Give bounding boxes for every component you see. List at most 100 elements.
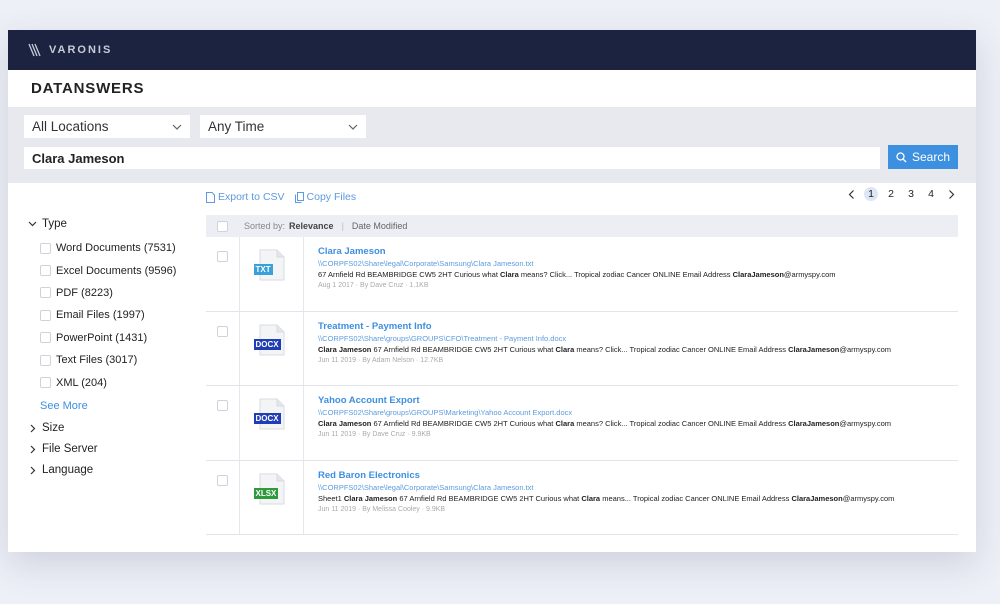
filter-xml[interactable]: XML (204) (8, 371, 198, 393)
result-checkbox[interactable] (217, 474, 228, 486)
location-dropdown-value: All Locations (32, 119, 109, 134)
page-4-button[interactable]: 4 (924, 187, 938, 201)
result-icon-cell: XLSX (240, 460, 304, 534)
facet-size-toggle[interactable]: Size (8, 418, 198, 439)
next-page-button[interactable] (944, 187, 958, 201)
filter-powerpoint[interactable]: PowerPoint (1431) (8, 327, 198, 349)
snippet-email-domain: @armyspy.com (783, 270, 836, 279)
result-snippet: Clara Jameson 67 Arnfield Rd BEAMBRIDGE … (318, 419, 958, 431)
snippet-email-highlight: ClaraJameson (791, 493, 843, 503)
snippet-text: 67 Arnfield Rd BEAMBRIDGE CW5 2HT Curiou… (371, 344, 556, 354)
file-type-badge: XLSX (253, 487, 279, 499)
result-content: Red Baron Electronics \\CORPFS02\Share\l… (304, 461, 958, 535)
result-icon-cell: DOCX (240, 386, 304, 460)
prev-page-button[interactable] (844, 187, 858, 201)
result-path-link[interactable]: \\CORPFS02\Share\groups\GROUPS\CFO\Treat… (318, 334, 958, 345)
page-title: DATANSWERS (31, 80, 145, 97)
docx-file-icon: DOCX (253, 398, 286, 430)
result-checkbox[interactable] (217, 325, 228, 337)
result-path-link[interactable]: \\CORPFS02\Share\groups\GROUPS\Marketing… (318, 408, 958, 419)
page-1-button[interactable]: 1 (864, 187, 878, 201)
search-input[interactable] (24, 147, 880, 169)
select-all-checkbox[interactable] (217, 220, 228, 232)
result-meta: Jun 11 2019 · By Adam Nelson · 12.7KB (318, 356, 444, 364)
result-checkbox-cell (206, 311, 240, 385)
filter-text-files[interactable]: Text Files (3017) (8, 349, 198, 371)
checkbox[interactable] (40, 309, 51, 321)
sort-date-modified[interactable]: Date Modified (352, 221, 408, 231)
document-icon (206, 191, 215, 203)
sort-relevance[interactable]: Relevance (289, 221, 334, 231)
export-csv-button[interactable]: Export to CSV (206, 191, 285, 203)
result-title-link[interactable]: Treatment - Payment Info (318, 321, 958, 334)
filter-email-files[interactable]: Email Files (1997) (8, 304, 198, 326)
filter-pdf[interactable]: PDF (8223) (8, 282, 198, 304)
sort-divider: | (341, 221, 344, 231)
time-dropdown[interactable]: Any Time (200, 115, 366, 138)
filter-excel-documents[interactable]: Excel Documents (9596) (8, 259, 198, 281)
result-checkbox[interactable] (217, 251, 228, 262)
checkbox[interactable] (40, 377, 51, 389)
facet-type-label: Type (42, 217, 67, 230)
result-meta: Jun 11 2019 · By Dave Cruz · 9.9KB (318, 431, 431, 438)
result-title-link[interactable]: Red Baron Electronics (318, 470, 958, 483)
facet-type-toggle[interactable]: Type (8, 213, 198, 234)
copy-icon (294, 191, 304, 203)
snippet-email-domain: @armyspy.com (839, 419, 892, 428)
file-type-badge: DOCX (253, 413, 281, 424)
brand-logo[interactable]: VARONIS (28, 43, 112, 57)
checkbox[interactable] (40, 265, 51, 277)
checkbox[interactable] (40, 354, 51, 366)
result-checkbox[interactable] (217, 400, 228, 411)
snippet-text: 67 Arnfield Rd BEAMBRIDGE CW5 2HT Curiou… (318, 270, 501, 279)
search-button[interactable]: Search (888, 145, 958, 169)
result-path-link[interactable]: \\CORPFS02\Share\legal\Corporate\Samsung… (318, 483, 958, 494)
result-title-link[interactable]: Clara Jameson (318, 246, 958, 259)
time-dropdown-value: Any Time (208, 119, 265, 134)
result-snippet: Clara Jameson 67 Arnfield Rd BEAMBRIDGE … (318, 345, 958, 357)
snippet-email-domain: @armyspy.com (839, 344, 892, 354)
filter-word-documents[interactable]: Word Documents (7531) (8, 237, 198, 259)
snippet-email-highlight: ClaraJameson (788, 344, 840, 354)
snippet-clara-highlight: Clara (500, 270, 519, 279)
snippet-email-domain: @armyspy.com (842, 493, 895, 503)
facet-language-toggle[interactable]: Language (8, 460, 198, 481)
facet-file-server-toggle[interactable]: File Server (8, 439, 198, 460)
sort-bar: Sorted by: Relevance | Date Modified (206, 215, 958, 237)
copy-files-label: Copy Files (306, 191, 357, 203)
result-row[interactable]: DOCX Yahoo Account Export \\CORPFS02\Sha… (206, 386, 958, 461)
pagination: 1 2 3 4 (844, 187, 958, 201)
search-panel: All Locations Any Time Search (8, 107, 976, 183)
snippet-text: means? Click... Tropical zodiac Cancer O… (574, 419, 789, 428)
result-checkbox-cell (206, 237, 240, 311)
chevron-right-icon (948, 189, 954, 199)
page-3-button[interactable]: 3 (904, 187, 918, 201)
snippet-text: means? Click... Tropical zodiac Cancer O… (574, 344, 789, 354)
snippet-name-highlight: Clara Jameson (318, 419, 372, 428)
checkbox[interactable] (40, 287, 51, 299)
snippet-name-highlight: Clara Jameson (318, 344, 372, 354)
sort-prefix: Sorted by: (244, 221, 286, 231)
copy-files-button[interactable]: Copy Files (294, 191, 357, 203)
varonis-logo-icon (28, 43, 41, 57)
snippet-text: 67 Arnfield Rd BEAMBRIDGE CW5 2HT Curiou… (397, 493, 582, 503)
result-path-link[interactable]: \\CORPFS02\Share\legal\Corporate\Samsung… (318, 259, 958, 270)
result-row[interactable]: XLSX Red Baron Electronics \\CORPFS02\Sh… (206, 460, 958, 535)
chevron-down-icon (348, 124, 358, 130)
checkbox[interactable] (40, 242, 51, 254)
result-row[interactable]: TXT Clara Jameson \\CORPFS02\Share\legal… (206, 237, 958, 312)
result-icon-cell: DOCX (240, 311, 304, 385)
type-filter-list: Word Documents (7531) Excel Documents (9… (8, 237, 198, 394)
see-more-link[interactable]: See More (8, 394, 198, 418)
checkbox[interactable] (40, 332, 51, 344)
snippet-text: means? Click... Tropical zodiac Cancer O… (518, 270, 733, 279)
result-title-link[interactable]: Yahoo Account Export (318, 395, 958, 408)
result-snippet: 67 Arnfield Rd BEAMBRIDGE CW5 2HT Curiou… (318, 270, 958, 282)
filter-label: XML (204) (56, 376, 107, 389)
location-dropdown[interactable]: All Locations (24, 115, 190, 138)
search-icon (896, 151, 907, 162)
page-2-button[interactable]: 2 (884, 187, 898, 201)
result-icon-cell: TXT (240, 237, 304, 311)
result-row[interactable]: DOCX Treatment - Payment Info \\CORPFS02… (206, 311, 958, 386)
chevron-left-icon (848, 189, 854, 199)
